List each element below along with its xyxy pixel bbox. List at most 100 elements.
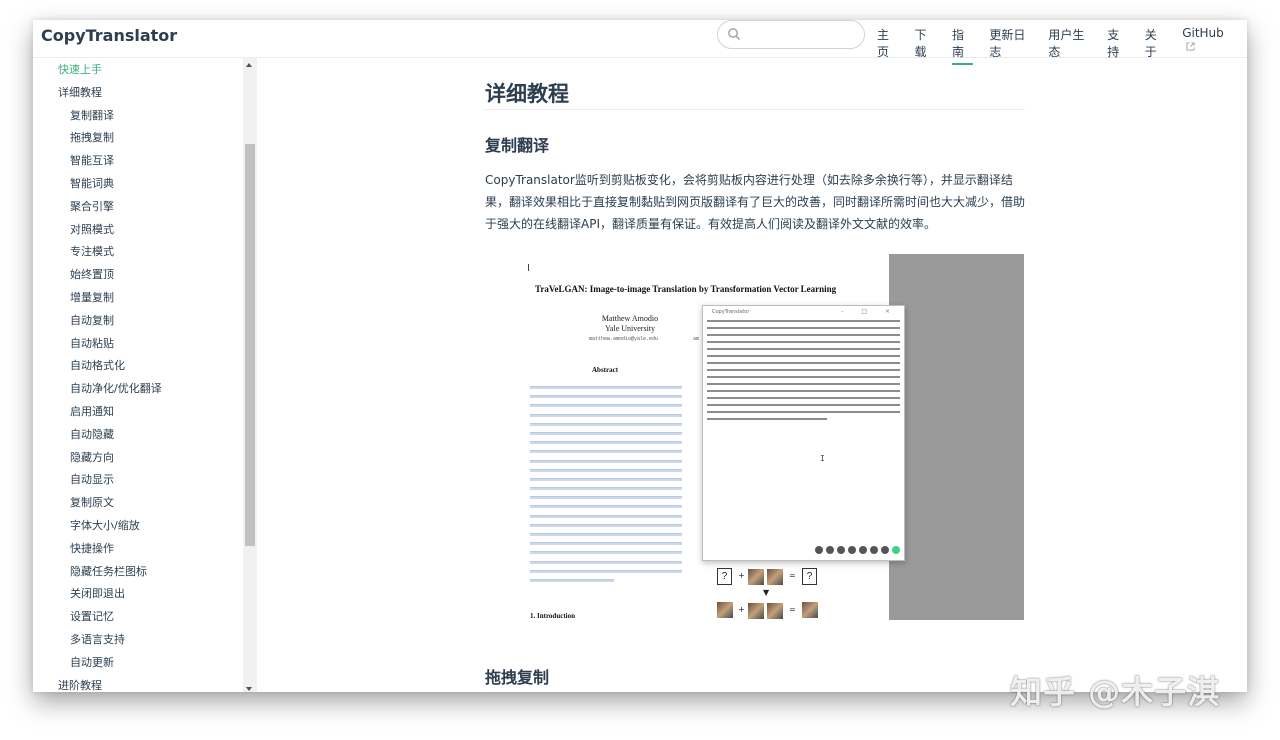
tool-icon — [815, 546, 823, 554]
sidebar-item[interactable]: 智能互译 — [33, 150, 258, 173]
section-title-drag-copy: 拖拽复制 — [485, 668, 550, 687]
nav-guide[interactable]: 指南 — [951, 26, 974, 65]
sidebar-list: 快速上手 详细教程 复制翻译 拖拽复制 智能互译 智能词典 聚合引擎 对照模式 专注模式 始终置顶… — [33, 58, 258, 692]
translation-line — [707, 404, 900, 406]
translation-line — [707, 348, 900, 350]
watermark-text: 知乎 @木子淇 — [1010, 673, 1221, 711]
highlighted-line — [530, 413, 682, 417]
abstract-heading: Abstract — [592, 366, 619, 374]
sidebar-item[interactable]: 进阶教程 — [33, 675, 258, 692]
sidebar-item[interactable]: 快捷操作 — [33, 538, 258, 561]
highlighted-line — [530, 496, 682, 500]
translation-line — [707, 362, 900, 364]
highlighted-line — [530, 569, 682, 573]
sidebar-item[interactable]: 智能词典 — [33, 173, 258, 196]
highlighted-line — [530, 560, 682, 564]
translation-line — [707, 390, 900, 392]
sidebar-item[interactable]: 自动净化/优化翻译 — [33, 378, 258, 401]
top-navbar: CopyTranslator 主页 下载 指南 更新日志 用户生态 支持 关于 … — [33, 20, 1247, 65]
author-affiliation: Yale University — [604, 324, 656, 333]
highlighted-line — [530, 505, 682, 509]
search-input[interactable] — [746, 26, 856, 40]
sidebar-item[interactable]: 对照模式 — [33, 219, 258, 242]
nav-github[interactable]: GitHub — [1182, 26, 1231, 65]
sidebar-item[interactable]: 自动隐藏 — [33, 424, 258, 447]
tool-icon — [881, 546, 889, 554]
sidebar-item[interactable]: 复制翻译 — [33, 105, 258, 128]
nav-home[interactable]: 主页 — [877, 26, 898, 65]
translation-line — [707, 418, 827, 420]
highlighted-line — [530, 551, 682, 555]
site-brand[interactable]: CopyTranslator — [41, 26, 177, 45]
page-title: 详细教程 — [485, 82, 569, 106]
sidebar-item[interactable]: 始终置顶 — [33, 264, 258, 287]
sidebar-item[interactable]: 隐藏任务栏图标 — [33, 561, 258, 584]
sidebar-scroll-thumb[interactable] — [245, 144, 255, 546]
highlighted-line — [530, 578, 614, 582]
section-paragraph: CopyTranslator监听到剪贴板变化，会将剪贴板内容进行处理（如去除多余… — [485, 173, 1026, 231]
tool-icon — [826, 546, 834, 554]
sidebar-item[interactable]: 聚合引擎 — [33, 196, 258, 219]
sidebar-item[interactable]: 启用通知 — [33, 401, 258, 424]
tool-icon — [837, 546, 845, 554]
sidebar-item[interactable]: 复制原文 — [33, 492, 258, 515]
demo-screenshot: TraVeLGAN: Image-to-image Translation by… — [485, 254, 1024, 620]
highlighted-line — [530, 386, 682, 389]
sidebar-item[interactable]: 自动格式化 — [33, 355, 258, 378]
window-controls: - □ × — [841, 308, 898, 315]
figure-unknown-box: ? — [717, 568, 732, 585]
figure-image — [767, 603, 783, 619]
intro-heading: 1. Introduction — [530, 612, 575, 620]
tool-icon — [848, 546, 856, 554]
translation-line — [707, 369, 900, 371]
author-email: matthew.amodio@yale.edu — [589, 336, 659, 342]
scroll-up-arrow-icon[interactable] — [246, 63, 252, 67]
sidebar-item[interactable]: 自动显示 — [33, 469, 258, 492]
translation-text — [707, 320, 900, 425]
title-divider — [485, 109, 1025, 110]
search-box[interactable] — [717, 20, 865, 49]
nav-ecosystem[interactable]: 用户生态 — [1048, 26, 1091, 65]
highlighted-line — [530, 477, 682, 481]
scroll-down-arrow-icon[interactable] — [246, 687, 252, 691]
highlighted-line — [530, 404, 682, 408]
sidebar-item[interactable]: 隐藏方向 — [33, 447, 258, 470]
nav-support[interactable]: 支持 — [1107, 26, 1128, 65]
translation-line — [707, 355, 900, 357]
author-name: Matthew Amodio — [601, 314, 659, 323]
window-title: CopyTranslator — [712, 309, 750, 315]
sidebar-item[interactable]: 增量复制 — [33, 287, 258, 310]
tool-icon — [870, 546, 878, 554]
sidebar-item[interactable]: 自动粘贴 — [33, 333, 258, 356]
sidebar-item[interactable]: 专注模式 — [33, 241, 258, 264]
nav-download[interactable]: 下载 — [914, 26, 935, 65]
section-title-copy-translate: 复制翻译 — [485, 136, 550, 155]
nav-about[interactable]: 关于 — [1145, 26, 1166, 65]
sidebar-item[interactable]: 详细教程 — [33, 82, 258, 105]
text-caret — [528, 264, 529, 271]
paper-title: TraVeLGAN: Image-to-image Translation by… — [535, 284, 837, 294]
sidebar-item[interactable]: 自动复制 — [33, 310, 258, 333]
nav-changelog[interactable]: 更新日志 — [989, 26, 1032, 65]
sidebar-item[interactable]: 多语言支持 — [33, 629, 258, 652]
text-cursor-icon: I — [820, 454, 825, 463]
highlighted-line — [530, 431, 682, 435]
figure-unknown-box: ? — [802, 568, 817, 585]
author-email-2: am — [693, 336, 700, 342]
figure-plus: + — [738, 605, 745, 614]
translation-line — [707, 383, 900, 385]
tool-icon — [859, 546, 867, 554]
translation-line — [707, 327, 900, 329]
sidebar-item[interactable]: 字体大小/缩放 — [33, 515, 258, 538]
sidebar-item[interactable]: 自动更新 — [33, 652, 258, 675]
highlighted-line — [530, 422, 682, 426]
highlighted-line — [530, 468, 682, 472]
sidebar-item[interactable]: 设置记忆 — [33, 606, 258, 629]
sidebar-item[interactable]: 关闭即退出 — [33, 583, 258, 606]
copytranslator-window: CopyTranslator - □ × I — [702, 305, 905, 561]
figure-arrow: ▼ — [763, 588, 770, 597]
nav-github-label: GitHub — [1182, 26, 1224, 40]
sidebar-item[interactable]: 拖拽复制 — [33, 127, 258, 150]
sidebar-item[interactable]: 快速上手 — [33, 59, 258, 82]
search-icon — [728, 28, 740, 40]
